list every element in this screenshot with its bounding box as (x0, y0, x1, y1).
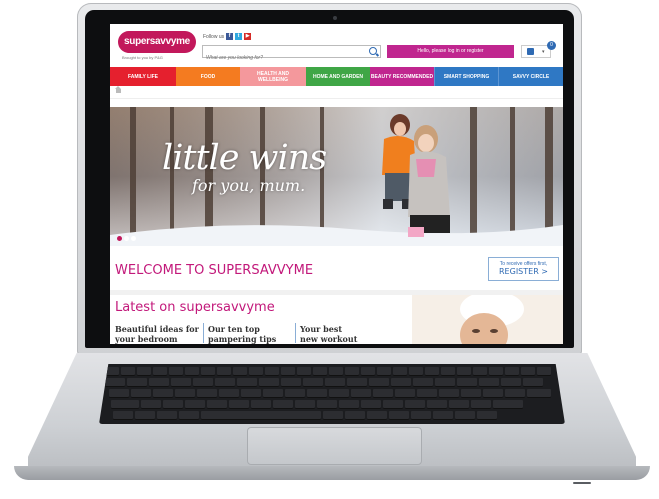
welcome-heading: WELCOME TO SUPERSAVVYME (115, 263, 314, 278)
pampering-image (412, 295, 563, 344)
article-link[interactable]: Our ten top pampering tips (208, 324, 276, 344)
twitter-icon[interactable]: t (235, 33, 243, 40)
follow-label: Follow us (203, 33, 225, 40)
hero-caption: little wins for you, mum. (162, 138, 327, 195)
article-link[interactable]: Your best new workout (300, 324, 357, 344)
youtube-icon[interactable]: ▶ (244, 33, 252, 40)
nav-food[interactable]: FOOD (176, 67, 240, 86)
nav-family-life[interactable]: FAMILY LIFE (110, 67, 176, 86)
search-icon[interactable] (369, 47, 377, 55)
search-input[interactable] (203, 52, 356, 64)
key-row (105, 367, 551, 376)
login-register-button[interactable]: Hello, please log in or register (387, 45, 514, 58)
hero-subline: for you, mum. (192, 176, 306, 195)
follow-us: Follow us f t ▶ (203, 33, 252, 40)
facebook-icon[interactable]: f (226, 33, 234, 40)
nav-health-wellbeing[interactable]: HEALTH AND WELLBEING (240, 67, 306, 86)
article-link[interactable]: Beautiful ideas for your bedroom (115, 324, 199, 344)
hero-headline: little wins (162, 138, 327, 178)
gift-icon (527, 48, 534, 55)
trackpad (247, 427, 422, 465)
basket-count-badge: 0 (547, 41, 556, 50)
status-led (573, 482, 591, 484)
nav-beauty-recommended[interactable]: BEAUTY RECOMMENDED (370, 67, 434, 86)
key-row (105, 378, 543, 387)
carousel-dot[interactable] (124, 236, 129, 241)
site-logo[interactable]: supersavvyme (118, 31, 196, 53)
article-thumbnail[interactable] (412, 295, 563, 344)
register-label: REGISTER > (499, 267, 548, 276)
carousel-dot[interactable] (117, 236, 122, 241)
nav-smart-shopping[interactable]: SMART SHOPPING (434, 67, 498, 86)
breadcrumb (110, 86, 563, 99)
article-title-line: new workout (300, 334, 358, 344)
column-divider (203, 323, 204, 343)
column-divider (295, 323, 296, 343)
latest-heading: Latest on supersavvyme (115, 300, 275, 315)
website-screen: supersavvyme Brought to you by P&G Follo… (110, 24, 563, 344)
laptop-base-edge (14, 466, 650, 480)
article-title-line: Your best (300, 324, 343, 334)
article-title-line: Our ten top (208, 324, 260, 334)
key-row (109, 389, 551, 398)
article-title-line: pampering tips (208, 334, 277, 344)
carousel-dots (117, 236, 136, 241)
main-nav: FAMILY LIFE FOOD HEALTH AND WELLBEING HO… (110, 67, 563, 86)
logo-tagline: Brought to you by P&G (122, 55, 163, 60)
register-button[interactable]: To receive offers first, REGISTER > (488, 257, 559, 281)
nav-home-garden[interactable]: HOME AND GARDEN (306, 67, 370, 86)
keyboard (99, 364, 565, 424)
article-title-line: Beautiful ideas for (115, 324, 199, 334)
carousel-dot[interactable] (131, 236, 136, 241)
webcam-icon (333, 16, 337, 20)
search-box (202, 45, 381, 64)
article-title-line: your bedroom (115, 334, 178, 344)
home-icon[interactable] (115, 86, 121, 93)
nav-savvy-circle[interactable]: SAVVY CIRCLE (498, 67, 563, 86)
hero-banner[interactable]: little wins for you, mum. (110, 107, 563, 246)
chevron-down-icon: ▾ (542, 49, 545, 55)
key-row (111, 400, 523, 409)
key-row (113, 411, 497, 420)
